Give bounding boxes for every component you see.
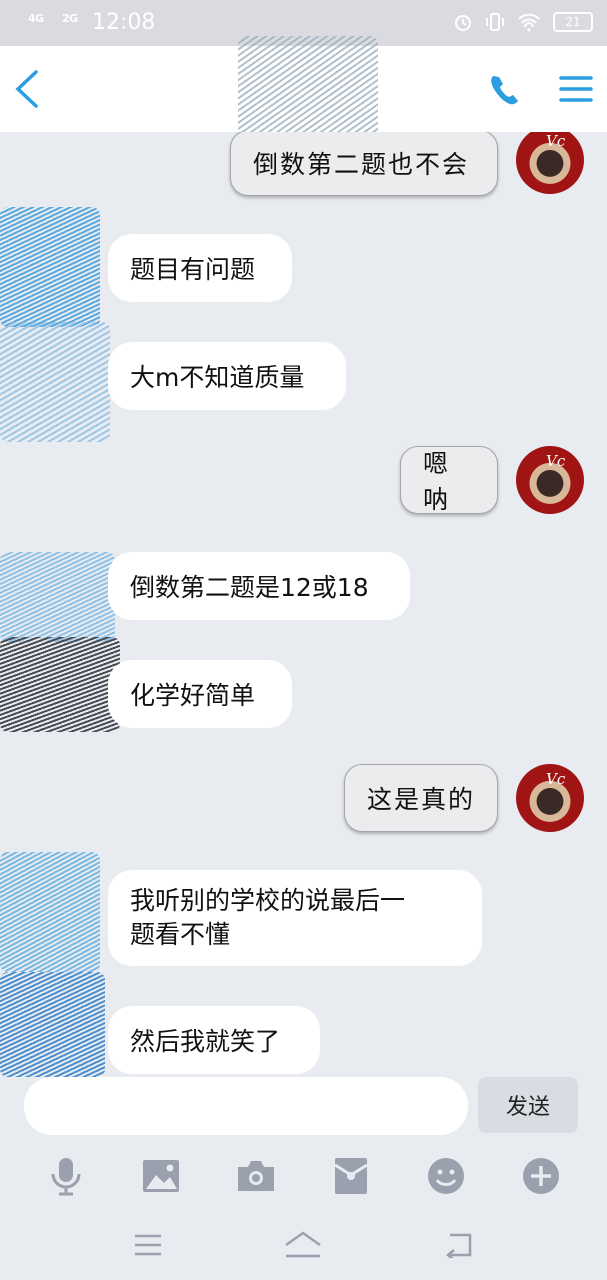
back-icon[interactable] bbox=[439, 1225, 479, 1265]
my-avatar[interactable] bbox=[516, 132, 584, 194]
sent-message-bubble[interactable]: 嗯呐 bbox=[400, 446, 498, 514]
sent-message-bubble[interactable]: 倒数第二题也不会 bbox=[230, 132, 498, 196]
signal-2g-icon: 2G bbox=[62, 12, 78, 25]
message-text: 化学好简单 bbox=[130, 681, 256, 710]
system-navigation-bar bbox=[0, 1210, 607, 1280]
home-icon[interactable] bbox=[283, 1225, 323, 1265]
redaction-scribble bbox=[0, 637, 120, 732]
red-packet-icon[interactable] bbox=[331, 1156, 371, 1196]
message-text: 倒数第二题是12或18 bbox=[130, 573, 369, 602]
redaction-scribble bbox=[0, 972, 105, 1077]
my-avatar[interactable] bbox=[516, 446, 584, 514]
redaction-scribble bbox=[238, 36, 378, 136]
image-icon[interactable] bbox=[141, 1156, 181, 1196]
redaction-scribble bbox=[0, 207, 100, 327]
received-message-bubble[interactable]: 倒数第二题是12或18 bbox=[108, 552, 410, 620]
chat-header bbox=[0, 36, 607, 136]
redaction-scribble bbox=[0, 322, 110, 442]
message-input-row: 发送 bbox=[0, 1077, 607, 1137]
emoji-icon[interactable] bbox=[426, 1156, 466, 1196]
message-text: 倒数第二题也不会 bbox=[253, 150, 470, 179]
redaction-scribble bbox=[0, 552, 115, 642]
chat-message-list[interactable]: 倒数第二题也不会 题目有问题 大m不知道质量 嗯呐 倒数第二题是12或18 化学… bbox=[0, 132, 607, 1077]
redaction-scribble bbox=[0, 852, 100, 972]
received-message-bubble[interactable]: 然后我就笑了 bbox=[108, 1006, 320, 1074]
message-text-line: 题看不懂 bbox=[130, 920, 231, 949]
chat-toolbar bbox=[0, 1146, 607, 1206]
signal-4g-icon: 4G bbox=[28, 12, 44, 25]
menu-icon[interactable] bbox=[128, 1225, 168, 1265]
received-message-bubble[interactable]: 我听别的学校的说最后一 题看不懂 bbox=[108, 870, 482, 966]
hamburger-menu-icon[interactable] bbox=[559, 72, 593, 106]
sent-message-bubble[interactable]: 这是真的 bbox=[344, 764, 498, 832]
message-text: 大m不知道质量 bbox=[130, 363, 305, 392]
battery-indicator: 21 bbox=[553, 12, 593, 32]
received-message-bubble[interactable]: 化学好简单 bbox=[108, 660, 292, 728]
camera-icon[interactable] bbox=[236, 1156, 276, 1196]
received-message-bubble[interactable]: 大m不知道质量 bbox=[108, 342, 346, 410]
send-button[interactable]: 发送 bbox=[478, 1077, 578, 1133]
received-message-bubble[interactable]: 题目有问题 bbox=[108, 234, 292, 302]
vibrate-icon bbox=[486, 13, 504, 31]
message-text-line: 我听别的学校的说最后一 bbox=[130, 886, 406, 915]
my-avatar[interactable] bbox=[516, 764, 584, 832]
message-text: 这是真的 bbox=[367, 785, 476, 814]
microphone-icon[interactable] bbox=[46, 1156, 86, 1196]
plus-icon[interactable] bbox=[521, 1156, 561, 1196]
message-text: 嗯呐 bbox=[423, 449, 451, 514]
alarm-icon bbox=[455, 15, 471, 31]
message-text: 题目有问题 bbox=[130, 255, 256, 284]
wifi-icon bbox=[518, 13, 540, 32]
clock: 12:08 bbox=[92, 10, 156, 35]
message-input[interactable] bbox=[24, 1077, 468, 1135]
phone-icon[interactable] bbox=[485, 70, 525, 110]
chevron-left-icon[interactable] bbox=[8, 66, 48, 112]
message-text: 然后我就笑了 bbox=[130, 1027, 281, 1056]
